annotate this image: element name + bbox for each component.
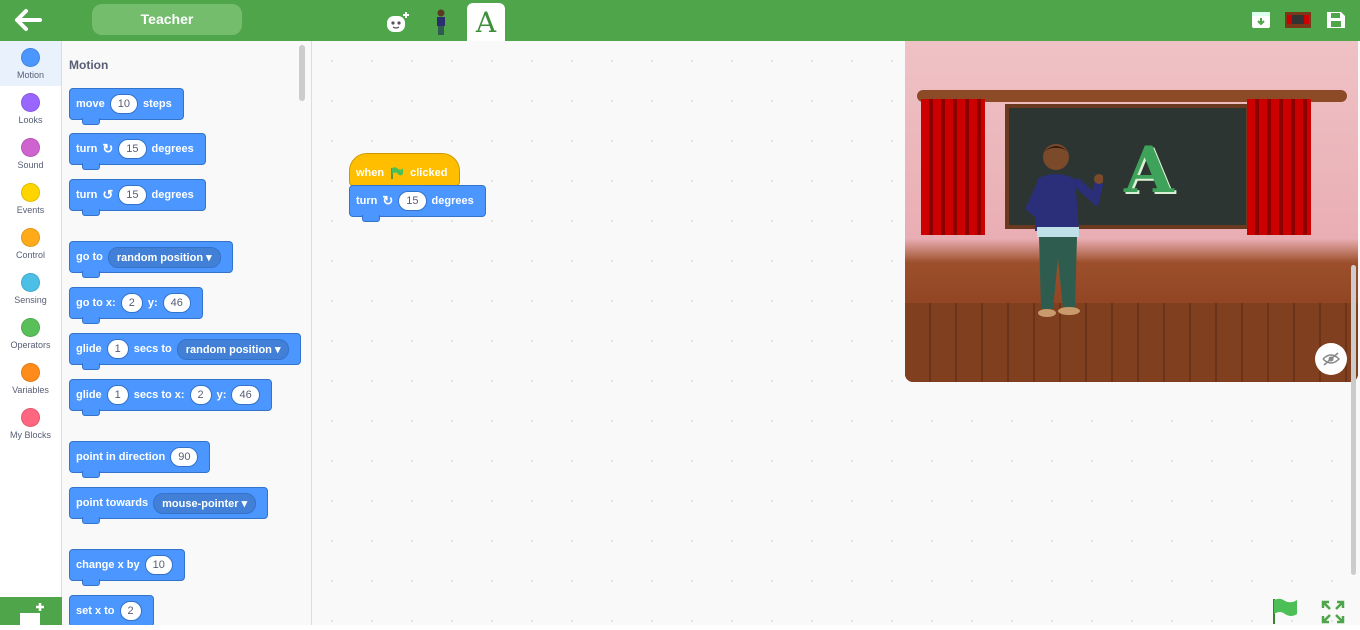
when-flag-clicked-block[interactable]: when clicked bbox=[349, 153, 461, 186]
save-icon[interactable] bbox=[1325, 10, 1347, 30]
variables-dot-icon bbox=[21, 362, 40, 382]
motion-dot-icon bbox=[21, 47, 40, 67]
looks-dot-icon bbox=[21, 92, 40, 112]
category-operators[interactable]: Operators bbox=[0, 311, 61, 356]
hide-stage-button[interactable] bbox=[1315, 343, 1347, 375]
back-arrow-icon[interactable] bbox=[12, 6, 44, 34]
category-motion[interactable]: Motion bbox=[0, 41, 61, 86]
text-tab[interactable]: A bbox=[467, 3, 505, 41]
costume-tab-icon bbox=[437, 9, 445, 35]
category-my-blocks[interactable]: My Blocks bbox=[0, 401, 61, 446]
category-events[interactable]: Events bbox=[0, 176, 61, 221]
secs-input[interactable]: 1 bbox=[106, 339, 129, 359]
top-bar: Teacher A bbox=[0, 0, 1360, 41]
palette-title: Motion bbox=[69, 58, 109, 72]
point-towards-block[interactable]: point towards mouse-pointer bbox=[69, 487, 269, 524]
y-input[interactable]: 46 bbox=[231, 385, 260, 405]
teacher-sprite[interactable] bbox=[1013, 139, 1103, 321]
rotate-right-icon: ↻ bbox=[102, 141, 114, 156]
add-extension-button[interactable] bbox=[0, 597, 62, 625]
green-flag-button[interactable] bbox=[1270, 597, 1300, 625]
sound-dot-icon bbox=[21, 137, 40, 157]
code-tab[interactable] bbox=[380, 3, 414, 41]
sprite-name-label[interactable]: Teacher bbox=[92, 4, 242, 35]
steps-input[interactable]: 10 bbox=[109, 94, 138, 114]
fullscreen-button[interactable] bbox=[1321, 600, 1345, 624]
category-sidebar: Motion Looks Sound Events Control Sensin… bbox=[0, 41, 62, 625]
category-looks[interactable]: Looks bbox=[0, 86, 61, 131]
control-dot-icon bbox=[21, 227, 40, 247]
fullscreen-icon bbox=[1321, 600, 1345, 624]
board-letter: A bbox=[1124, 133, 1174, 208]
palette-scrollbar[interactable] bbox=[299, 45, 305, 101]
degrees-input[interactable]: 15 bbox=[118, 139, 147, 159]
left-curtain bbox=[921, 99, 985, 235]
degrees-input[interactable]: 15 bbox=[398, 191, 427, 211]
degrees-input[interactable]: 15 bbox=[118, 185, 147, 205]
stage-floor bbox=[905, 303, 1358, 382]
point-towards-dropdown[interactable]: mouse-pointer bbox=[153, 492, 257, 514]
workspace-turn-right-block[interactable]: turn ↻ 15 degrees bbox=[349, 185, 486, 222]
rotate-right-icon: ↻ bbox=[382, 193, 394, 208]
code-tab-icon bbox=[387, 12, 409, 32]
add-extension-icon bbox=[20, 603, 44, 625]
point-in-direction-block[interactable]: point in direction 90 bbox=[69, 441, 211, 478]
set-x-input[interactable]: 2 bbox=[119, 601, 142, 621]
stage-scrollbar[interactable] bbox=[1351, 265, 1356, 575]
stage[interactable]: A bbox=[905, 41, 1358, 382]
change-x-input[interactable]: 10 bbox=[144, 555, 173, 575]
download-icon[interactable] bbox=[1250, 10, 1272, 30]
change-x-block[interactable]: change x by 10 bbox=[69, 549, 185, 586]
glide-to-block[interactable]: glide 1 secs to random position bbox=[69, 333, 302, 370]
operators-dot-icon bbox=[21, 317, 40, 337]
right-curtain bbox=[1247, 99, 1311, 235]
green-flag-icon bbox=[1273, 598, 1297, 624]
turn-left-block[interactable]: turn ↺ 15 degrees bbox=[69, 179, 206, 216]
go-to-xy-block[interactable]: go to x: 2 y: 46 bbox=[69, 287, 203, 324]
costume-tab[interactable] bbox=[428, 3, 454, 41]
go-to-target-dropdown[interactable]: random position bbox=[107, 246, 221, 268]
stage-icon[interactable] bbox=[1284, 10, 1312, 30]
green-flag-icon bbox=[391, 166, 404, 179]
text-tab-icon: A bbox=[475, 5, 497, 39]
move-steps-block[interactable]: move 10 steps bbox=[69, 88, 184, 125]
sensing-dot-icon bbox=[21, 272, 40, 292]
category-control[interactable]: Control bbox=[0, 221, 61, 266]
direction-input[interactable]: 90 bbox=[170, 447, 199, 467]
category-variables[interactable]: Variables bbox=[0, 356, 61, 401]
glide-to-xy-block[interactable]: glide 1 secs to x: 2 y: 46 bbox=[69, 379, 272, 416]
category-sensing[interactable]: Sensing bbox=[0, 266, 61, 311]
secs-input[interactable]: 1 bbox=[106, 385, 129, 405]
set-x-block[interactable]: set x to 2 bbox=[69, 595, 154, 625]
block-palette: Motion move 10 steps turn ↻ 15 degrees t… bbox=[62, 41, 312, 625]
glide-target-dropdown[interactable]: random position bbox=[176, 338, 290, 360]
turn-right-block[interactable]: turn ↻ 15 degrees bbox=[69, 133, 206, 170]
y-input[interactable]: 46 bbox=[162, 293, 191, 313]
events-dot-icon bbox=[21, 182, 40, 202]
hide-stage-icon bbox=[1322, 352, 1340, 366]
rotate-left-icon: ↺ bbox=[102, 187, 114, 202]
x-input[interactable]: 2 bbox=[189, 385, 212, 405]
my-blocks-dot-icon bbox=[21, 407, 40, 427]
category-sound[interactable]: Sound bbox=[0, 131, 61, 176]
go-to-block[interactable]: go to random position bbox=[69, 241, 233, 278]
x-input[interactable]: 2 bbox=[120, 293, 143, 313]
